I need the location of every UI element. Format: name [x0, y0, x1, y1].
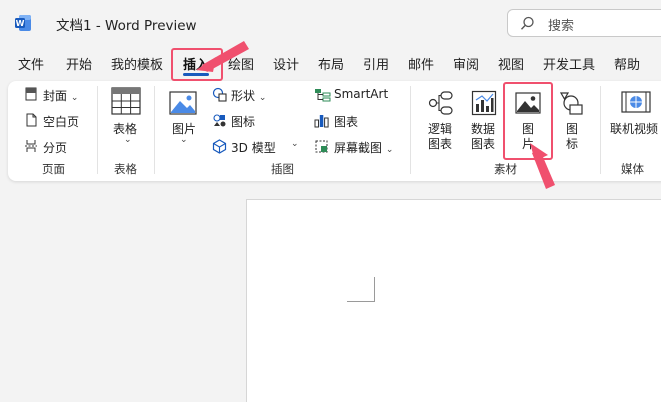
- document-page[interactable]: [246, 199, 661, 402]
- text-margin-marker: [347, 277, 375, 302]
